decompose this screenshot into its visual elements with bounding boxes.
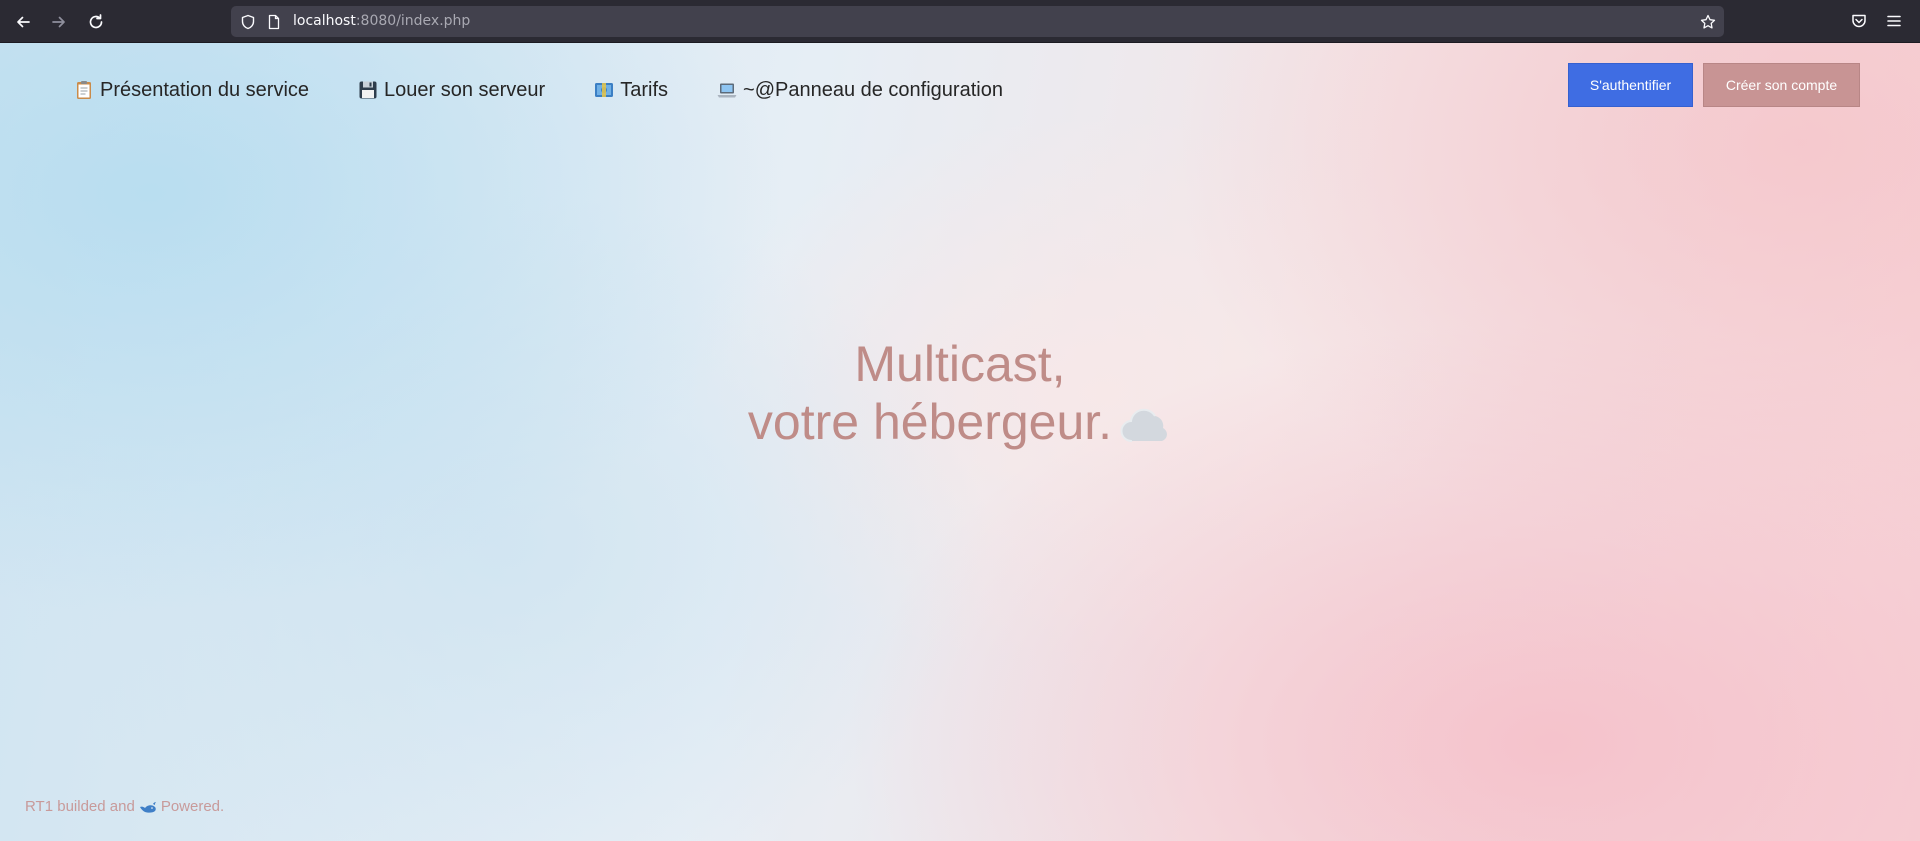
url-host: localhost (293, 13, 356, 29)
reload-icon (89, 14, 103, 29)
footer-text-after: Powered. (160, 798, 225, 815)
login-button[interactable]: S'authentifier (1568, 63, 1693, 107)
nav-item-presentation[interactable]: Présentation du service (73, 79, 309, 102)
url-text[interactable]: localhost:8080/index.php (293, 13, 470, 29)
banknote-icon (593, 79, 615, 101)
floppy-disk-icon (357, 79, 379, 101)
shield-icon[interactable] (239, 13, 256, 30)
back-button[interactable] (10, 9, 36, 35)
cloud-icon (1120, 401, 1172, 443)
hero-title-line-1: Multicast, (854, 336, 1066, 392)
footer-text-before: RT1 builded and (25, 798, 135, 815)
laptop-icon (716, 79, 738, 101)
signup-button[interactable]: Créer son compte (1703, 63, 1860, 107)
nav-item-control-panel[interactable]: ~@Panneau de configuration (716, 79, 1003, 102)
hero-title-line-2: votre hébergeur. (0, 393, 1920, 451)
browser-toolbar: localhost:8080/index.php (0, 0, 1920, 43)
hero-title: Multicast, votre hébergeur. (0, 335, 1920, 451)
hamburger-menu-icon[interactable] (1884, 11, 1904, 31)
forward-button[interactable] (46, 9, 72, 35)
pocket-icon[interactable] (1849, 11, 1869, 31)
bookmark-star-icon[interactable] (1699, 13, 1716, 30)
main-nav: Présentation du service Louer son serveu… (73, 78, 1051, 102)
nav-item-label: ~@Panneau de configuration (743, 78, 1003, 101)
page-icon (265, 13, 282, 30)
nav-item-label: Louer son serveur (384, 78, 546, 101)
reload-button[interactable] (83, 9, 109, 35)
clipboard-icon (73, 79, 95, 101)
hero-title-line-2-text: votre hébergeur. (747, 394, 1113, 450)
url-path: :8080/index.php (355, 13, 471, 29)
address-bar[interactable]: localhost:8080/index.php (231, 6, 1724, 37)
nav-item-label: Présentation du service (100, 78, 310, 101)
nav-item-rent-server[interactable]: Louer son serveur (357, 79, 545, 102)
page-content: Présentation du service Louer son serveu… (0, 43, 1920, 841)
arrow-right-icon (52, 16, 65, 28)
whale-icon (139, 800, 157, 814)
footer-credits: RT1 builded and Powered. (25, 798, 224, 815)
nav-item-pricing[interactable]: Tarifs (593, 79, 668, 102)
nav-item-label: Tarifs (620, 78, 669, 101)
arrow-left-icon (17, 16, 30, 28)
